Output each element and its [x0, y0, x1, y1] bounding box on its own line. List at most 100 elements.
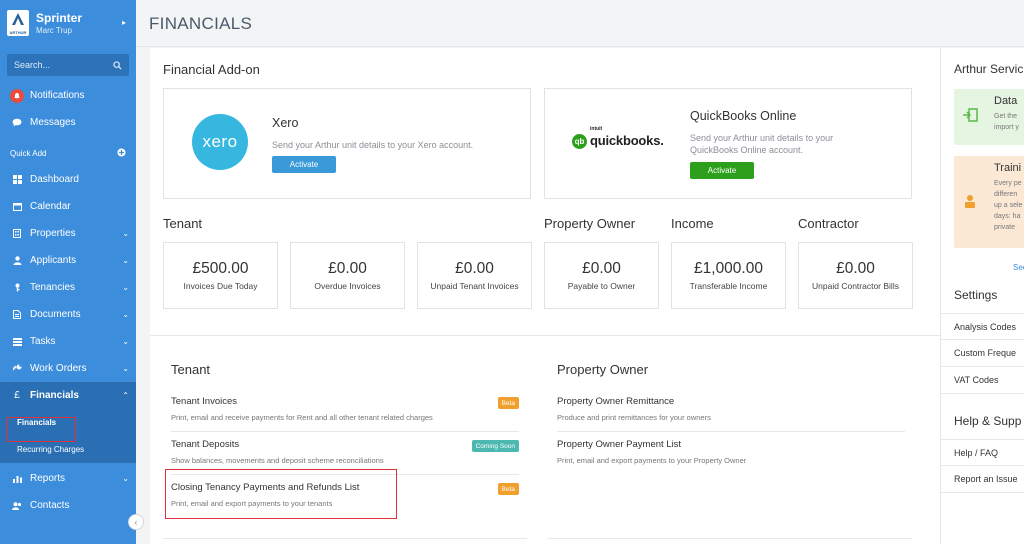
- help-faq[interactable]: Help / FAQ: [941, 439, 1024, 466]
- nav-tasks[interactable]: Tasks ⌄: [0, 328, 136, 355]
- nav-notifications[interactable]: Notifications: [0, 82, 136, 109]
- xero-name: Xero: [272, 116, 299, 130]
- divider: [150, 335, 940, 336]
- bell-icon: [10, 88, 24, 103]
- nav-documents[interactable]: Documents ⌄: [0, 301, 136, 328]
- intuit-label: intuit: [590, 126, 603, 132]
- chevron-right-icon[interactable]: ▸: [122, 18, 126, 27]
- quickbooks-desc-line1: Send your Arthur unit details to your: [690, 133, 834, 143]
- help-title: Help & Supp: [954, 414, 1022, 428]
- chevron-up-icon[interactable]: ⌃: [122, 391, 129, 400]
- owner-links-title: Property Owner: [557, 362, 649, 377]
- settings-custom-frequency[interactable]: Custom Freque: [941, 340, 1024, 367]
- document-icon: [10, 310, 24, 319]
- stat-invoices-due-today[interactable]: £500.00 Invoices Due Today: [163, 242, 278, 309]
- stat-label: Invoices Due Today: [183, 281, 258, 291]
- chevron-down-icon[interactable]: ⌄: [122, 256, 129, 265]
- link-subtitle: Produce and print remittances for your o…: [557, 413, 711, 422]
- settings-analysis-codes[interactable]: Analysis Codes: [941, 313, 1024, 340]
- link-title: Property Owner Remittance: [557, 396, 675, 407]
- stat-label: Payable to Owner: [567, 281, 636, 291]
- nav-properties-label: Properties: [30, 228, 76, 239]
- see-more-link[interactable]: See: [1013, 263, 1024, 272]
- user-icon: [10, 256, 24, 265]
- chevron-down-icon[interactable]: ⌄: [122, 474, 129, 483]
- settings-title: Settings: [954, 288, 998, 302]
- building-icon: [10, 229, 24, 238]
- chevron-down-icon[interactable]: ⌄: [122, 364, 129, 373]
- header: FINANCIALS: [136, 0, 1024, 47]
- main-panel: Financial Add-on xero Xero Send your Art…: [150, 48, 940, 544]
- import-icon: [962, 107, 978, 128]
- data-service-card[interactable]: Data Get the import y: [954, 89, 1024, 145]
- training-card-desc: Every pe: [994, 180, 1022, 187]
- quick-add-label: Quick Add: [10, 148, 47, 158]
- stat-unpaid-tenant-invoices[interactable]: £0.00 Unpaid Tenant Invoices: [417, 242, 532, 309]
- nav-messages[interactable]: Messages: [0, 109, 136, 136]
- key-icon: [10, 283, 24, 292]
- coming-soon-badge: Coming Soon: [471, 440, 519, 452]
- search-placeholder: Search...: [14, 60, 51, 70]
- stat-overdue-invoices[interactable]: £0.00 Overdue Invoices: [290, 242, 405, 309]
- quick-add[interactable]: Quick Add: [0, 142, 136, 164]
- stat-payable-to-owner[interactable]: £0.00 Payable to Owner: [544, 242, 659, 309]
- link-tenant-invoices[interactable]: Tenant Invoices Print, email and receive…: [171, 389, 519, 432]
- link-property-owner-remittance[interactable]: Property Owner Remittance Produce and pr…: [557, 389, 905, 432]
- nav-work-orders[interactable]: Work Orders ⌄: [0, 355, 136, 382]
- link-subtitle: Print, email and receive payments for Re…: [171, 413, 433, 422]
- link-title: Property Owner Payment List: [557, 439, 682, 450]
- nav-reports[interactable]: Reports ⌄: [0, 465, 136, 492]
- nav-notifications-label: Notifications: [30, 90, 85, 101]
- link-property-owner-payment-list[interactable]: Property Owner Payment List Print, email…: [557, 432, 905, 475]
- qb-badge: qb: [572, 133, 587, 149]
- training-card-desc: up a sele: [994, 202, 1023, 209]
- stat-label: Overdue Invoices: [314, 281, 381, 291]
- stat-value: £1,000.00: [694, 260, 763, 277]
- training-service-card[interactable]: Traini Every pe differen up a sele days:…: [954, 156, 1024, 248]
- nav-tenancies[interactable]: Tenancies ⌄: [0, 274, 136, 301]
- collapse-sidebar-icon[interactable]: ‹: [128, 514, 144, 530]
- tenant-links-title: Tenant: [171, 362, 211, 377]
- brand[interactable]: ARTHUR Sprinter Marc Trup ▸: [0, 0, 136, 46]
- chevron-down-icon[interactable]: ⌄: [122, 283, 129, 292]
- divider: [548, 538, 912, 539]
- tasks-icon: [10, 337, 24, 346]
- chevron-down-icon[interactable]: ⌄: [122, 229, 129, 238]
- nav-tasks-label: Tasks: [30, 336, 56, 347]
- page-title: FINANCIALS: [149, 14, 253, 33]
- nav-contacts[interactable]: Contacts: [0, 492, 136, 519]
- right-panel: Arthur Servic Data Get the import y Trai…: [940, 48, 1024, 544]
- stat-transferable-income[interactable]: £1,000.00 Transferable Income: [671, 242, 786, 309]
- settings-vat-codes[interactable]: VAT Codes: [941, 367, 1024, 394]
- nav-properties[interactable]: Properties ⌄: [0, 220, 136, 247]
- xero-activate-button[interactable]: Activate: [272, 156, 336, 173]
- nav-calendar[interactable]: Calendar: [0, 193, 136, 220]
- xero-logo: xero: [192, 114, 248, 170]
- dashboard-icon: [10, 175, 24, 184]
- nav-financials[interactable]: £ Financials ⌃: [0, 382, 136, 409]
- stat-value: £0.00: [836, 260, 875, 277]
- stat-label: Unpaid Contractor Bills: [812, 281, 899, 291]
- training-card-desc: days: ha: [994, 213, 1021, 220]
- stats-owner-title: Property Owner: [544, 216, 636, 231]
- help-report-issue[interactable]: Report an Issue: [941, 466, 1024, 493]
- nav-calendar-label: Calendar: [30, 201, 71, 212]
- nav-applicants[interactable]: Applicants ⌄: [0, 247, 136, 274]
- beta-badge: Beta: [497, 483, 519, 495]
- pound-icon: £: [14, 390, 20, 401]
- data-card-desc: import y: [994, 124, 1019, 131]
- stats-tenant-title: Tenant: [163, 216, 203, 231]
- quickbooks-activate-button[interactable]: Activate: [690, 162, 754, 179]
- chevron-down-icon[interactable]: ⌄: [122, 337, 129, 346]
- stat-value: £0.00: [328, 260, 367, 277]
- data-card-desc: Get the: [994, 113, 1017, 120]
- search-icon[interactable]: [113, 60, 122, 70]
- nav-dashboard[interactable]: Dashboard: [0, 166, 136, 193]
- stat-unpaid-contractor-bills[interactable]: £0.00 Unpaid Contractor Bills: [798, 242, 913, 309]
- quickbooks-desc-line2: QuickBooks Online account.: [690, 145, 804, 155]
- calendar-icon: [10, 202, 24, 211]
- search-input[interactable]: Search...: [7, 54, 129, 76]
- chevron-down-icon[interactable]: ⌄: [122, 310, 129, 319]
- plus-circle-icon[interactable]: [117, 147, 126, 159]
- quickbooks-card: qb intuit quickbooks. QuickBooks Online …: [544, 88, 912, 199]
